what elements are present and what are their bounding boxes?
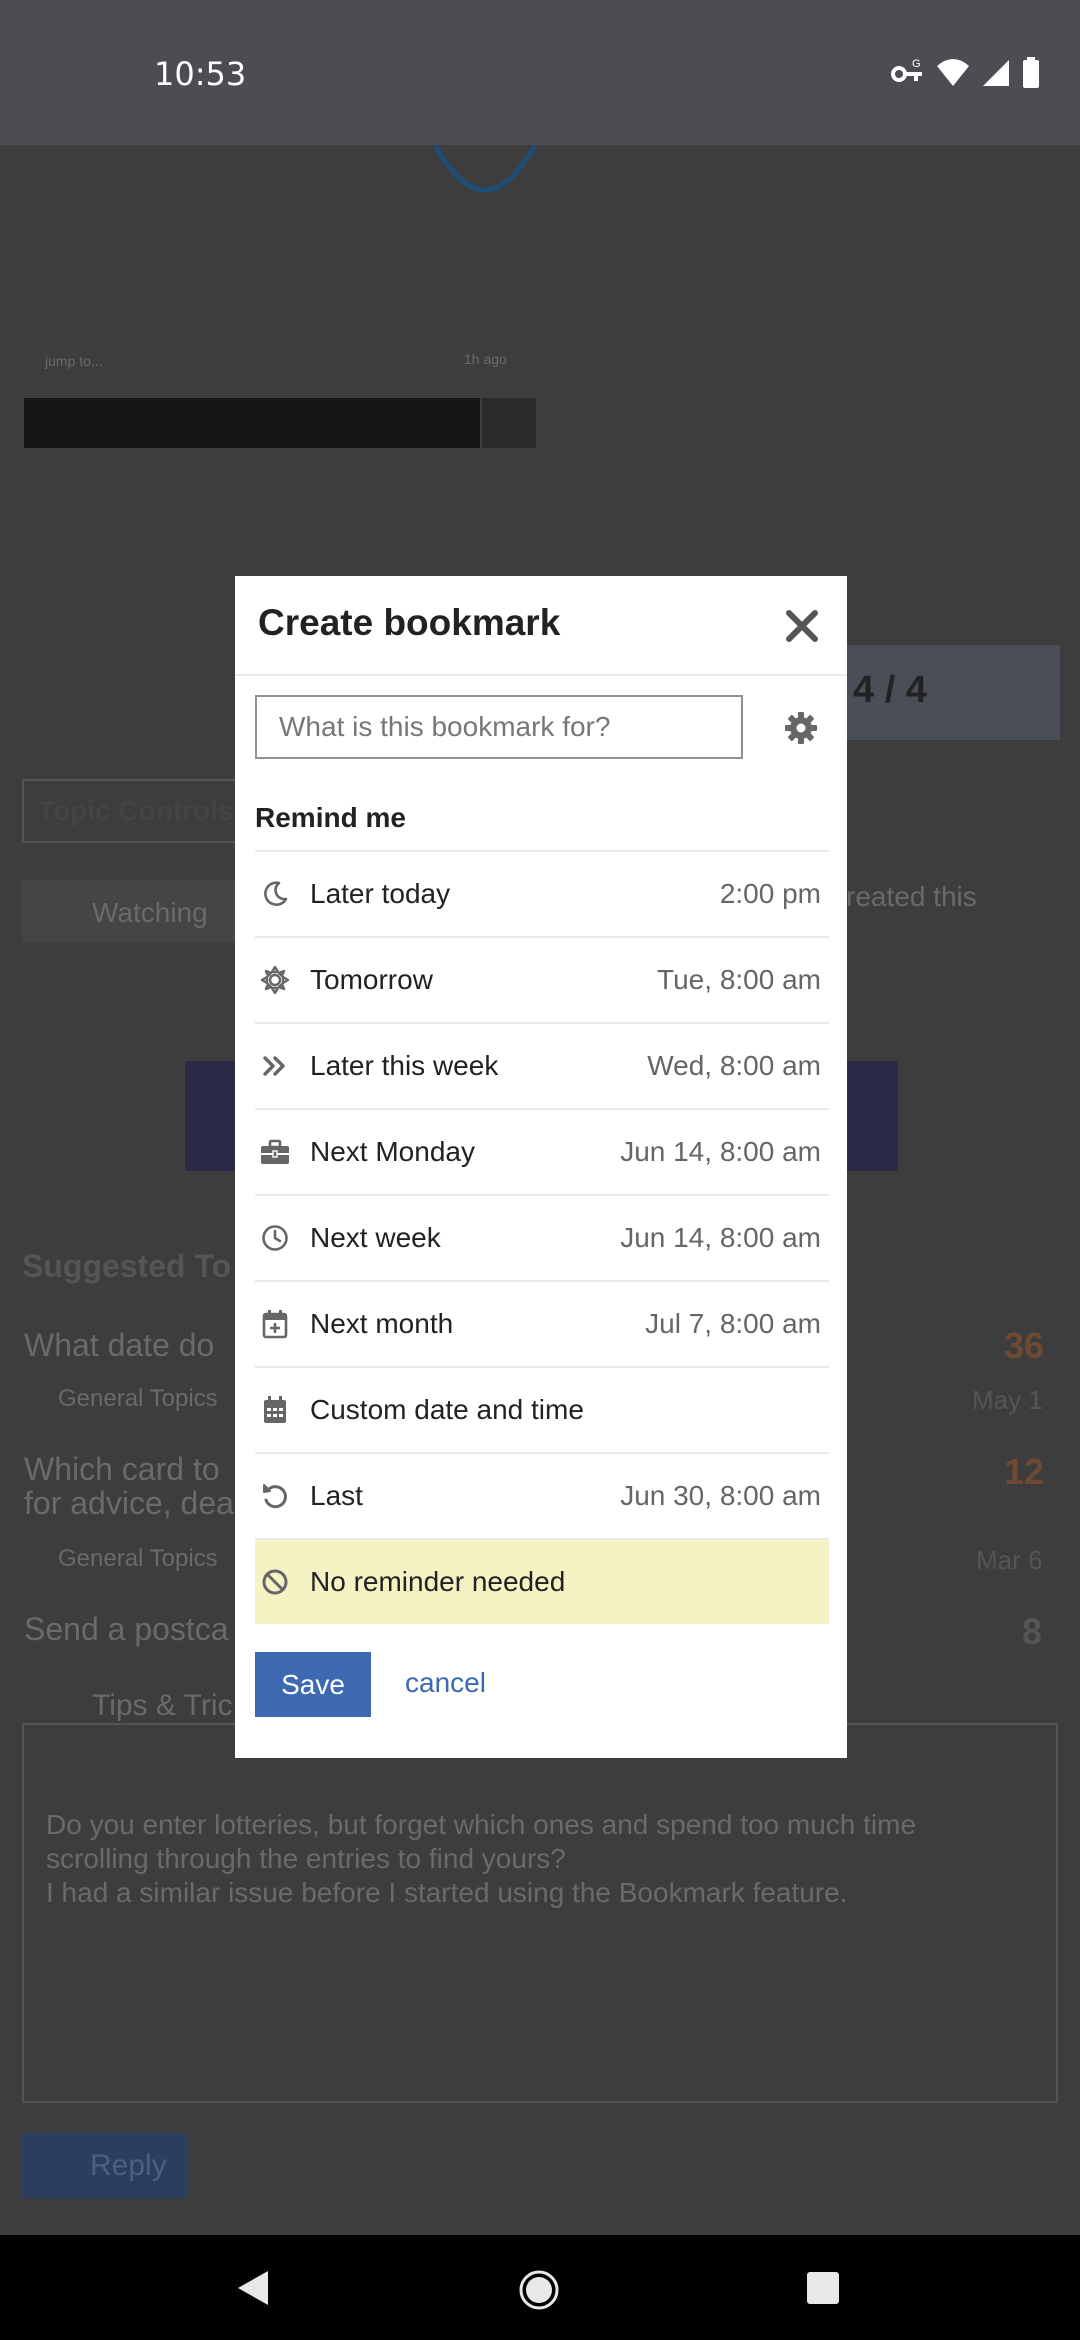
topic-title[interactable]: Which card to [24, 1451, 220, 1488]
topic-title-line2[interactable]: for advice, dea [24, 1485, 234, 1522]
option-label: Later this week [310, 1050, 499, 1081]
option-value: Wed, 8:00 am [647, 1050, 821, 1081]
status-icons: G [890, 56, 1040, 90]
reminder-options: Later today 2:00 pm Tomorrow Tue, 8:00 a… [255, 850, 829, 1624]
battery-icon [1023, 57, 1039, 88]
option-later-today[interactable]: Later today 2:00 pm [255, 850, 829, 936]
composer-editor[interactable] [22, 1723, 1058, 2103]
wifi-icon [937, 59, 969, 86]
svg-text:G: G [912, 58, 921, 70]
calendar-plus-icon [260, 1309, 290, 1339]
topic-count: 12 [1004, 1451, 1045, 1492]
reply-label: Reply [90, 2149, 167, 2182]
cancel-link[interactable]: cancel [405, 1667, 486, 1699]
composer-text-line: scrolling through the entries to find yo… [46, 1843, 566, 1874]
topic-title[interactable]: Send a postca [24, 1611, 229, 1648]
jump-to-label[interactable]: jump to... [45, 353, 103, 369]
vpn-key-icon: G [891, 58, 922, 82]
topic-title[interactable]: What date do [24, 1327, 214, 1364]
sun-icon [260, 965, 290, 995]
gear-icon[interactable] [783, 710, 819, 746]
loading-spinner-icon [432, 145, 538, 193]
option-label: Next week [310, 1222, 441, 1253]
expand-video-button[interactable] [482, 398, 536, 448]
ban-icon [260, 1567, 290, 1597]
modal-title: Create bookmark [258, 602, 561, 643]
option-label: Next Monday [310, 1136, 475, 1167]
system-nav-bar [0, 2235, 1080, 2340]
back-nav-icon[interactable] [236, 2269, 270, 2307]
option-value: 2:00 pm [719, 878, 821, 909]
create-bookmark-modal: Create bookmark Remind me Later today 2:… [235, 576, 847, 1758]
progress-counter: 4 / 4 [853, 669, 927, 711]
option-last[interactable]: Last Jun 30, 8:00 am [255, 1452, 829, 1538]
save-button[interactable]: Save [255, 1652, 371, 1717]
status-time: 10:53 [154, 55, 247, 93]
option-label: Tomorrow [310, 964, 433, 995]
option-value: Jun 14, 8:00 am [620, 1222, 821, 1253]
suggested-topics-heading: Suggested To [22, 1248, 232, 1284]
home-nav-icon[interactable] [518, 2269, 560, 2311]
topic-count: 36 [1004, 1325, 1045, 1366]
topic-date: Mar 6 [976, 1545, 1043, 1575]
briefcase-icon [260, 1137, 290, 1167]
composer-title: Tips & Tric [92, 1689, 233, 1722]
option-tomorrow[interactable]: Tomorrow Tue, 8:00 am [255, 936, 829, 1022]
option-label: Later today [310, 878, 451, 909]
clock-icon [260, 1223, 290, 1253]
undo-icon [260, 1481, 290, 1511]
option-label: No reminder needed [310, 1566, 566, 1597]
created-this-text: reated this [846, 881, 977, 912]
recents-nav-icon[interactable] [806, 2271, 840, 2305]
option-next-month[interactable]: Next month Jul 7, 8:00 am [255, 1280, 829, 1366]
option-next-week[interactable]: Next week Jun 14, 8:00 am [255, 1194, 829, 1280]
topic-category[interactable]: General Topics [58, 1545, 218, 1573]
option-value: Jun 14, 8:00 am [620, 1136, 821, 1167]
calendar-icon [260, 1395, 290, 1425]
composer-text-line: I had a similar issue before I started u… [46, 1877, 848, 1908]
remind-me-label: Remind me [255, 802, 406, 833]
angles-right-icon [260, 1051, 290, 1081]
topic-category[interactable]: General Topics [58, 1385, 218, 1413]
option-label: Custom date and time [310, 1394, 584, 1425]
option-no-reminder[interactable]: No reminder needed [255, 1538, 829, 1624]
signal-icon [983, 60, 1009, 86]
option-next-monday[interactable]: Next Monday Jun 14, 8:00 am [255, 1108, 829, 1194]
status-bar: 10:53 G [0, 0, 1080, 145]
option-custom-date[interactable]: Custom date and time [255, 1366, 829, 1452]
modal-header-divider [235, 674, 847, 676]
option-value: Tue, 8:00 am [657, 964, 821, 995]
option-label: Last [310, 1480, 363, 1511]
option-value: Jun 30, 8:00 am [620, 1480, 821, 1511]
option-later-this-week[interactable]: Later this week Wed, 8:00 am [255, 1022, 829, 1108]
bookmark-name-input[interactable] [255, 695, 743, 759]
watching-label: Watching [92, 897, 208, 928]
topic-count: 8 [1022, 1611, 1043, 1652]
time-ago-label: 1h ago [464, 351, 507, 367]
video-controls-bar [24, 398, 480, 448]
option-value: Jul 7, 8:00 am [645, 1308, 821, 1339]
option-label: Next month [310, 1308, 454, 1339]
topic-date: May 1 [972, 1385, 1043, 1415]
close-icon[interactable] [782, 606, 822, 646]
composer-text-line: Do you enter lotteries, but forget which… [46, 1809, 917, 1840]
moon-icon [260, 879, 290, 909]
topic-controls-label: Topic Controls [38, 795, 234, 826]
